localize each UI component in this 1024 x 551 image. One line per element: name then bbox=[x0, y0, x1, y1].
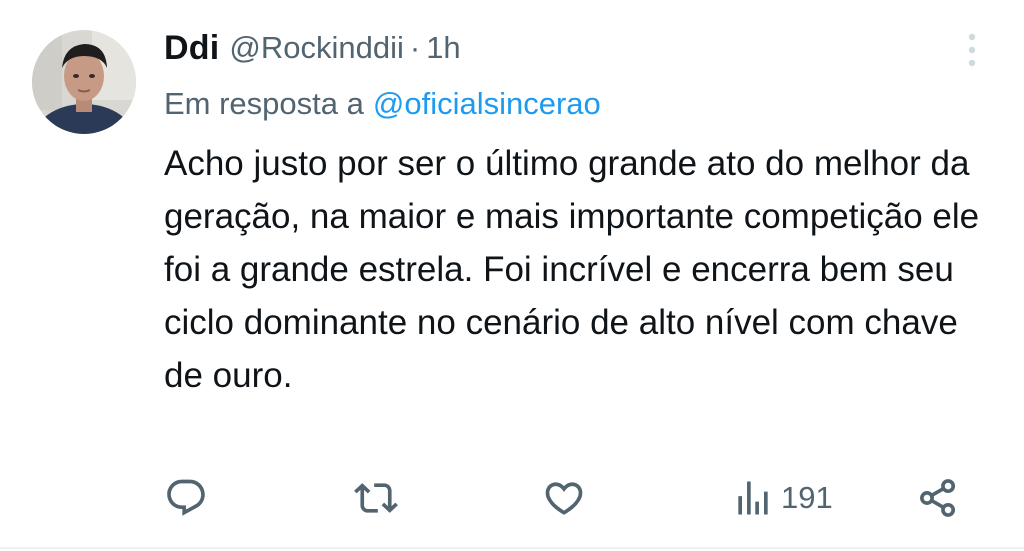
tweet-text: Acho justo por ser o último grande ato d… bbox=[164, 144, 980, 395]
timestamp[interactable]: 1h bbox=[426, 30, 460, 66]
replying-to: Em resposta a @oficialsincerao bbox=[164, 82, 601, 126]
replying-label: Em resposta a bbox=[164, 86, 364, 121]
reply-icon bbox=[167, 479, 205, 516]
display-name[interactable]: Ddi bbox=[164, 29, 219, 68]
avatar[interactable] bbox=[32, 30, 136, 134]
divider bbox=[0, 547, 1024, 549]
more-options-button[interactable] bbox=[954, 28, 990, 72]
views-count: 191 bbox=[781, 480, 833, 515]
retweet-button[interactable] bbox=[354, 470, 398, 526]
more-vertical-icon bbox=[968, 33, 976, 67]
heart-icon bbox=[545, 482, 583, 515]
share-button[interactable] bbox=[916, 470, 960, 526]
tweet-header: Ddi @Rockinddii · 1h bbox=[164, 26, 461, 70]
tweet-card[interactable]: Ddi @Rockinddii · 1h Em resposta a @ofic… bbox=[0, 0, 1024, 551]
reply-button[interactable] bbox=[164, 470, 208, 526]
share-icon bbox=[920, 479, 956, 517]
retweet-icon bbox=[354, 483, 398, 513]
action-bar: 191 bbox=[0, 470, 1024, 526]
user-handle[interactable]: @Rockinddii bbox=[229, 30, 403, 66]
avatar-image bbox=[32, 30, 136, 134]
views-button[interactable]: 191 bbox=[731, 470, 833, 526]
like-button[interactable] bbox=[542, 470, 586, 526]
views-bar-chart-icon bbox=[738, 481, 768, 515]
replying-handle-link[interactable]: @oficialsincerao bbox=[373, 86, 601, 122]
separator-dot: · bbox=[409, 30, 421, 65]
